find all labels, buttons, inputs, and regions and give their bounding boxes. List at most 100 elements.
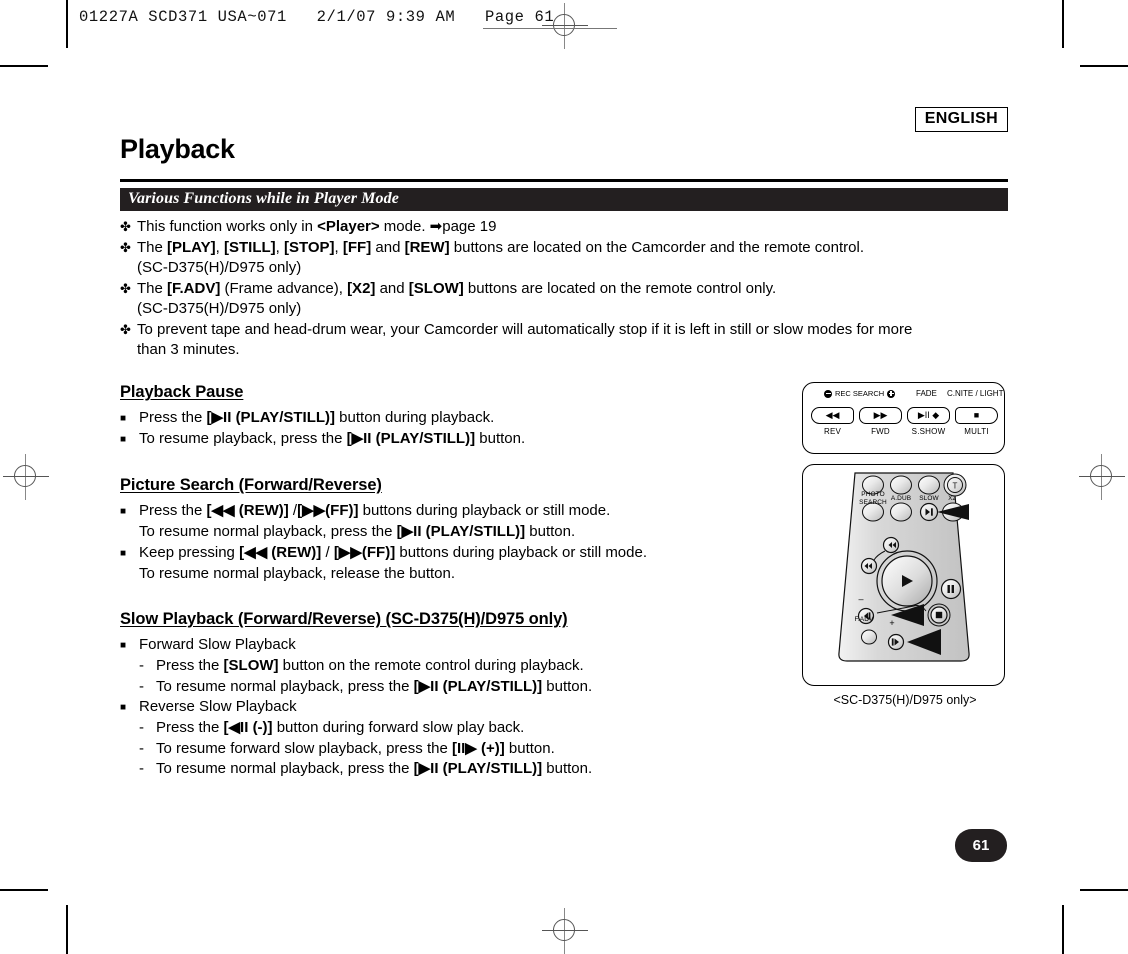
instruction-section: Slow Playback (Forward/Reverse) (SC-D375… xyxy=(120,610,720,780)
instruction-bullet: ■ Reverse Slow Playback xyxy=(120,697,720,718)
svg-text:T: T xyxy=(953,482,958,491)
bullet-square-icon: ■ xyxy=(120,547,127,559)
crop-mark-bottom-right-vertical xyxy=(1062,905,1064,954)
bullet-square-icon: ■ xyxy=(120,413,127,424)
intro-bullet-text: The [PLAY], [STILL], [STOP], [FF] and [R… xyxy=(137,238,864,256)
instruction-dash-text: To resume normal playback, press the [▶I… xyxy=(156,760,593,777)
instruction-dash-item: - Press the [◀II (-)] button during forwa… xyxy=(139,718,720,739)
section-subheading: Slow Playback (Forward/Reverse) (SC-D375… xyxy=(120,610,568,628)
section-header-bar: Various Functions while in Player Mode xyxy=(120,188,1008,211)
registration-mark-left xyxy=(3,454,49,500)
panel-button-label-row: REV FWD S.SHOW MULTI xyxy=(811,427,998,436)
print-header-rule xyxy=(483,28,617,29)
bullet-clover-icon: ✤ xyxy=(120,239,131,255)
crop-mark-top-right-horizontal xyxy=(1080,65,1128,67)
registration-mark-bottom xyxy=(542,908,588,954)
crop-mark-bottom-left-horizontal xyxy=(0,889,48,891)
fadv-label: F.ADV xyxy=(854,616,874,623)
intro-bullet: ✤ To prevent tape and head-drum wear, you… xyxy=(120,320,1008,341)
instruction-bullet-subline: To resume normal playback, release the b… xyxy=(139,564,456,582)
dash-marker-icon: - xyxy=(139,719,144,736)
remote-control-figure: T PHOTO SEARCH A.DUB SLOW X2 F.ADV – + xyxy=(802,464,1005,686)
instruction-dash-item: - To resume normal playback, press the [▶… xyxy=(139,677,720,698)
section-subheading: Playback Pause xyxy=(120,383,244,401)
intro-bullet-text: The [F.ADV] (Frame advance), [X2] and [S… xyxy=(137,279,777,297)
instruction-dash-text: Press the [◀II (-)] button during forwar… xyxy=(156,719,525,736)
instruction-bullet: ■ Forward Slow Playback xyxy=(120,635,720,656)
crop-mark-top-left-vertical xyxy=(66,0,68,48)
intro-bullet: ✤ This function works only in <Player> mo… xyxy=(120,217,1008,238)
crop-mark-top-right-vertical xyxy=(1062,0,1064,48)
instruction-bullet: ■ Press the [◀◀ (REW)] /[▶▶(FF)] buttons … xyxy=(120,501,720,522)
instruction-section: Playback Pause ■ Press the [▶II (PLAY/STIL… xyxy=(120,383,720,450)
panel-button-label-rev: REV xyxy=(823,427,842,436)
crop-mark-top-left-horizontal xyxy=(0,65,48,67)
instruction-dash-item: - To resume normal playback, press the [▶… xyxy=(139,759,720,780)
instruction-bullet: ■ Keep pressing [◀◀ (REW)] / [▶▶(FF)] but… xyxy=(120,543,720,564)
bullet-square-icon: ■ xyxy=(120,434,127,445)
crop-mark-bottom-left-vertical xyxy=(66,905,68,954)
language-badge: ENGLISH xyxy=(914,107,1008,132)
panel-button-rev[interactable]: ◀◀ xyxy=(811,407,854,424)
page-number-badge: 61 xyxy=(955,829,1007,862)
instruction-bullet-text: To resume playback, press the [▶II (PLAY… xyxy=(139,430,526,447)
page-title: Playback xyxy=(120,134,235,164)
panel-button-multi[interactable]: ■ xyxy=(955,407,998,424)
print-header-text: 01227A SCD371 USA~071 2/1/07 9:39 AM Pag… xyxy=(79,8,555,26)
instruction-dash-item: - Press the [SLOW] button on the remote c… xyxy=(139,656,720,677)
instruction-bullet-subline: To resume normal playback, press the [▶I… xyxy=(139,523,576,540)
instruction-bullet-text: Press the [▶II (PLAY/STILL)] button duri… xyxy=(139,409,495,426)
camcorder-button-panel-figure: REC SEARCH FADE C.NITE / LIGHT ◀◀ ▶▶ ▶II ◆… xyxy=(802,382,1005,454)
panel-button-label-multi: MULTI xyxy=(964,427,989,436)
bullet-clover-icon: ✤ xyxy=(120,321,131,337)
bullet-clover-icon: ✤ xyxy=(120,219,131,234)
dash-marker-icon: - xyxy=(139,657,144,674)
panel-button-s-show[interactable]: ▶II ◆ xyxy=(907,407,950,424)
figure-caption: <SC-D375(H)/D975 only> xyxy=(833,693,977,707)
instruction-bullet: ■ To resume playback, press the [▶II (PLA… xyxy=(120,429,720,450)
section-subheading: Picture Search (Forward/Reverse) xyxy=(120,476,382,494)
instruction-bullet-text: Keep pressing [◀◀ (REW)] / [▶▶(FF)] butt… xyxy=(139,543,648,561)
instruction-bullet: ■ Press the [▶II (PLAY/STILL)] button dur… xyxy=(120,408,720,429)
dash-marker-icon: - xyxy=(139,760,144,777)
plus-circle-icon xyxy=(887,389,896,398)
instruction-bullet-text: Reverse Slow Playback xyxy=(139,698,297,715)
figure-column: REC SEARCH FADE C.NITE / LIGHT ◀◀ ▶▶ ▶II ◆… xyxy=(802,382,1008,707)
intro-bullet: ✤ The [F.ADV] (Frame advance), [X2] and [… xyxy=(120,279,1008,300)
instruction-sections: Playback Pause ■ Press the [▶II (PLAY/STIL… xyxy=(120,383,720,780)
panel-button-row: ◀◀ ▶▶ ▶II ◆ ■ xyxy=(811,407,998,424)
document-page: 01227A SCD371 USA~071 2/1/07 9:39 AM Pag… xyxy=(0,0,1128,954)
dash-marker-icon: - xyxy=(139,677,144,695)
crop-mark-bottom-right-horizontal xyxy=(1080,889,1128,891)
panel-button-fwd[interactable]: ▶▶ xyxy=(859,407,902,424)
dash-marker-icon: - xyxy=(139,739,144,757)
cnite-light-label: C.NITE / LIGHT xyxy=(947,389,1004,398)
panel-button-label-s-show: S.SHOW xyxy=(911,427,946,436)
intro-bullet-text: To prevent tape and head-drum wear, your… xyxy=(137,320,913,338)
fade-label: FADE xyxy=(916,389,937,398)
panel-button-label-fwd: FWD xyxy=(871,427,890,436)
intro-bullet-text: This function works only in <Player> mod… xyxy=(137,218,497,235)
registration-mark-right xyxy=(1079,454,1125,500)
instruction-dash-item: - To resume forward slow playback, press … xyxy=(139,739,720,760)
intro-bullet-continuation: (SC-D375(H)/D975 only) xyxy=(137,300,302,317)
instruction-dash-text: To resume forward slow playback, press t… xyxy=(156,739,555,757)
intro-bullet-continuation: (SC-D375(H)/D975 only) xyxy=(137,259,302,276)
intro-bullet-continuation: than 3 minutes. xyxy=(137,341,240,358)
bullet-square-icon: ■ xyxy=(120,702,127,713)
title-underline-rule xyxy=(120,179,1008,182)
bullet-square-icon: ■ xyxy=(120,506,127,517)
section-header-label: Various Functions while in Player Mode xyxy=(128,190,399,207)
instruction-dash-text: To resume normal playback, press the [▶I… xyxy=(156,677,593,695)
instruction-dash-text: Press the [SLOW] button on the remote co… xyxy=(156,657,584,674)
x2-label: X2 xyxy=(948,496,956,502)
instruction-section: Picture Search (Forward/Reverse) ■ Press t… xyxy=(120,476,720,584)
intro-notes-list: ✤ This function works only in <Player> mo… xyxy=(120,217,1008,361)
instruction-bullet-text: Forward Slow Playback xyxy=(139,636,296,653)
intro-bullet: ✤ The [PLAY], [STILL], [STOP], [FF] and [… xyxy=(120,238,1008,259)
plus-sign-label: + xyxy=(889,618,895,628)
bullet-square-icon: ■ xyxy=(120,640,127,651)
rec-search-label-group: REC SEARCH xyxy=(824,389,896,398)
minus-sign-label: – xyxy=(858,594,864,604)
instruction-bullet-text: Press the [◀◀ (REW)] /[▶▶(FF)] buttons d… xyxy=(139,502,611,519)
